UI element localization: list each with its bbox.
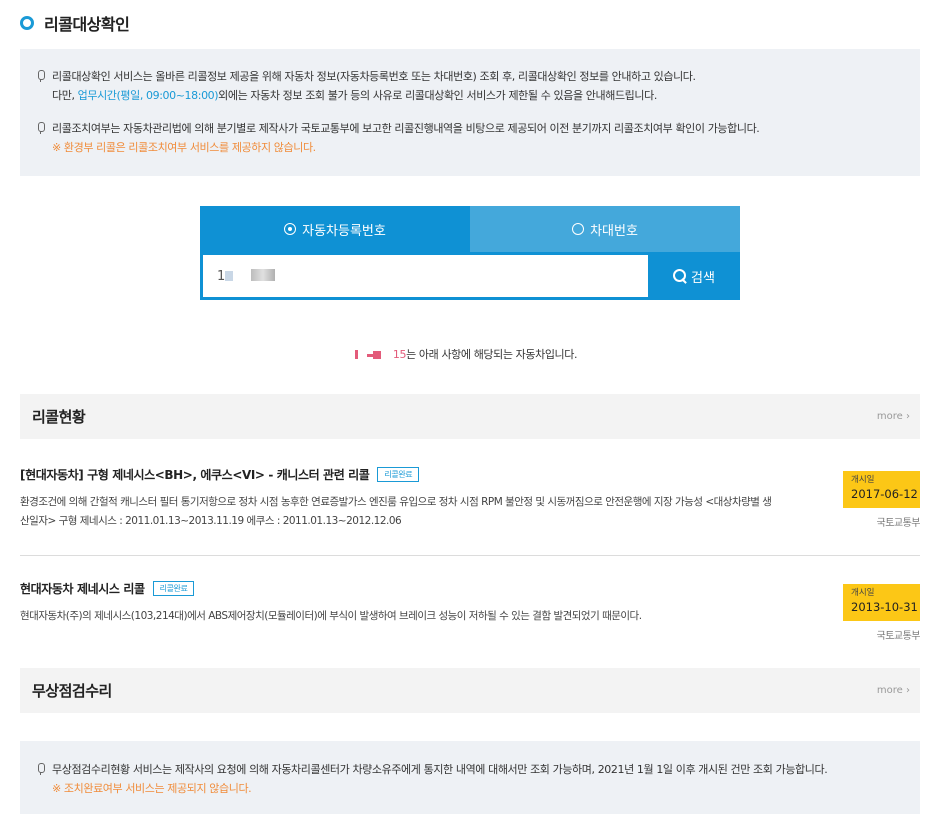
more-link[interactable]: more › (877, 411, 910, 422)
agency-label: 국토교통부 (876, 518, 921, 529)
microphone-icon (36, 763, 45, 775)
status-badge: 리콜완료 (152, 581, 195, 596)
notice-line: 리콜대상확인 서비스는 올바른 리콜정보 제공을 위해 자동차 정보(자동차등록… (36, 67, 920, 86)
recall-description: 환경조건에 의해 간헐적 캐니스터 필터 통기저항으로 정차 시점 농후한 연료… (20, 496, 772, 527)
recall-title: 현대자동차 제네시스 리콜 리콜완료 (20, 580, 920, 597)
tab-chassis-number[interactable]: 차대번호 (470, 206, 740, 252)
tab-registration-number[interactable]: 자동차등록번호 (200, 206, 470, 252)
plate-number-suffix: 15 (392, 348, 407, 361)
free-repair-section-header: 무상점검수리 more › (20, 668, 920, 713)
vehicle-search-panel: 자동차등록번호 차대번호 검색 (200, 206, 740, 300)
notice-line: 다만, 업무시간(평일, 09:00~18:00)외에는 자동차 정보 조회 불… (52, 89, 657, 102)
radio-unselected-icon (572, 223, 585, 235)
recall-title: [현대자동차] 구형 제네시스<BH>, 에쿠스<VI> - 캐니스터 관련 리… (20, 466, 920, 483)
date-label: 개시일 (851, 588, 875, 598)
completion-warning: ※ 조치완료여부 서비스는 제공되지 않습니다. (52, 782, 252, 795)
status-badge: 리콜완료 (377, 467, 420, 482)
page-title: 리콜대상확인 (44, 15, 130, 34)
agency-label: 국토교통부 (876, 631, 921, 642)
recall-item[interactable]: [현대자동차] 구형 제네시스<BH>, 에쿠스<VI> - 캐니스터 관련 리… (20, 464, 920, 556)
date-value: 2013-10-31 (851, 600, 918, 614)
section-title: 리콜현황 (32, 408, 86, 426)
recall-item[interactable]: 현대자동차 제네시스 리콜 리콜완료 현대자동차(주)의 제네시스(103,21… (20, 578, 920, 668)
page-header: 리콜대상확인 (20, 12, 130, 34)
more-link[interactable]: more › (877, 685, 910, 696)
date-value: 2017-06-12 (851, 487, 918, 501)
search-button[interactable]: 검색 (648, 255, 740, 297)
start-date-box: 개시일 2017-06-12 (843, 471, 920, 508)
recall-notice-box: 리콜대상확인 서비스는 올바른 리콜정보 제공을 위해 자동차 정보(자동차등록… (20, 49, 920, 176)
plate-input-wrapper (203, 255, 848, 297)
start-date-box: 개시일 2013-10-31 (843, 584, 920, 621)
recall-description: 현대자동차(주)의 제네시스(103,214대)에서 ABS제어장치(모듈레이터… (20, 610, 642, 622)
masked-text (251, 269, 275, 281)
date-label: 개시일 (851, 475, 875, 485)
microphone-icon (36, 70, 45, 82)
environment-warning: ※ 환경부 리콜은 리콜조치여부 서비스를 제공하지 않습니다. (52, 141, 316, 154)
search-icon (673, 269, 687, 283)
search-result-message: 15는 아래 사항에 해당되는 자동차입니다. (0, 346, 932, 362)
circle-bullet-icon (20, 16, 34, 30)
business-hours: 업무시간(평일, 09:00~18:00) (77, 89, 219, 102)
section-title: 무상점검수리 (32, 682, 112, 700)
radio-selected-icon (284, 223, 297, 235)
masked-plate (354, 350, 391, 360)
notice-line: 무상점검수리현황 서비스는 제작사의 요청에 의해 자동차리콜센터가 차량소유주… (36, 760, 920, 779)
masked-text (225, 271, 233, 281)
recall-section-header: 리콜현황 more › (20, 394, 920, 439)
notice-line: 리콜조치여부는 자동차관리법에 의해 분기별로 제작사가 국토교통부에 보고한 … (36, 119, 920, 138)
microphone-icon (36, 122, 45, 134)
free-repair-notice-box: 무상점검수리현황 서비스는 제작사의 요청에 의해 자동차리콜센터가 차량소유주… (20, 741, 920, 814)
